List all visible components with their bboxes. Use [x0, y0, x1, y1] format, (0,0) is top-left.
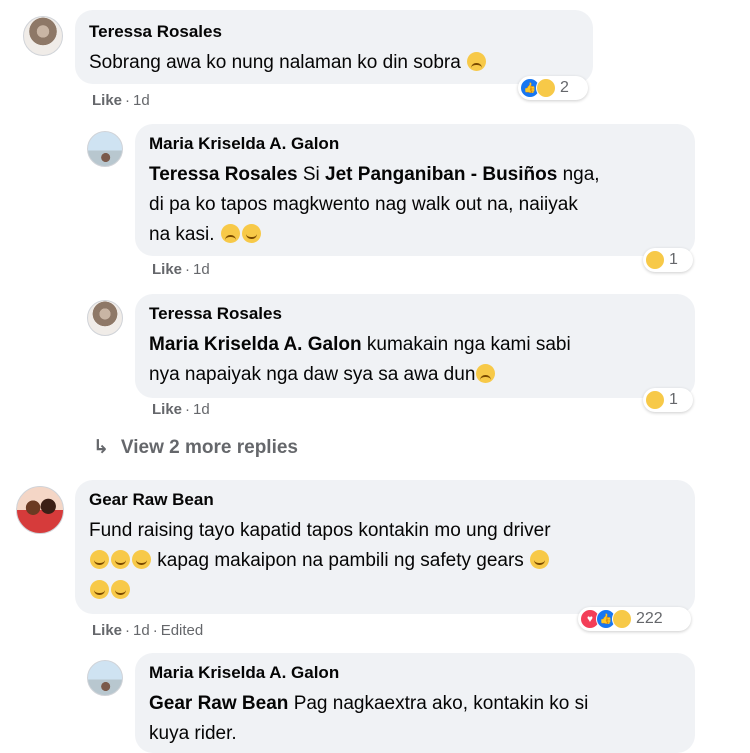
- comment-bubble: Teressa Rosales Maria Kriselda A. Galon …: [135, 294, 695, 398]
- avatar[interactable]: [87, 131, 123, 167]
- edited-label[interactable]: Edited: [161, 622, 204, 639]
- comment-bubble: Teressa Rosales Sobrang awa ko nung nala…: [75, 10, 593, 84]
- crying-emoji-icon: [220, 224, 240, 243]
- like-link[interactable]: Like: [92, 92, 122, 109]
- comment-author[interactable]: Maria Kriselda A. Galon: [149, 134, 681, 154]
- mention-link[interactable]: Gear Raw Bean: [149, 693, 288, 714]
- relieved-emoji-icon: [530, 550, 550, 569]
- comment-author[interactable]: Maria Kriselda A. Galon: [149, 663, 681, 683]
- reaction-count: 1: [669, 251, 678, 268]
- mention-link[interactable]: Jet Panganiban - Busiños: [325, 164, 557, 185]
- reaction-summary[interactable]: ♥ 👍 222: [578, 607, 691, 631]
- crying-emoji-icon: [476, 364, 496, 383]
- comment-author[interactable]: Gear Raw Bean: [89, 490, 681, 510]
- like-link[interactable]: Like: [152, 401, 182, 418]
- comment-meta: Like · 1d: [152, 261, 210, 278]
- comment-meta: Like · 1d: [92, 92, 150, 109]
- smile-emoji-icon: [90, 550, 109, 569]
- timestamp[interactable]: 1d: [193, 261, 210, 278]
- care-reaction-icon: [645, 390, 665, 410]
- avatar[interactable]: [87, 300, 123, 336]
- mention-link[interactable]: Maria Kriselda A. Galon: [149, 334, 362, 355]
- comment-bubble: Gear Raw Bean Fund raising tayo kapatid …: [75, 480, 695, 614]
- avatar[interactable]: [87, 660, 123, 696]
- reaction-count: 1: [669, 391, 678, 408]
- comment-bubble: Maria Kriselda A. Galon Gear Raw Bean Pa…: [135, 653, 695, 753]
- reaction-count: 222: [636, 610, 663, 627]
- comment-author[interactable]: Teressa Rosales: [89, 22, 579, 42]
- like-link[interactable]: Like: [92, 622, 122, 639]
- timestamp[interactable]: 1d: [133, 92, 150, 109]
- care-reaction-icon: [612, 609, 632, 629]
- view-more-replies-link[interactable]: ↳ View 2 more replies: [93, 436, 298, 459]
- comment-text: Sobrang awa ko nung nalaman ko din sobra: [89, 52, 487, 73]
- comment-meta: Like · 1d · Edited: [92, 622, 204, 639]
- relieved-emoji-icon: [90, 580, 109, 599]
- avatar[interactable]: [16, 486, 64, 534]
- comment-meta: Like · 1d: [152, 401, 210, 418]
- sweat-smile-emoji-icon: [241, 224, 261, 243]
- comment-author[interactable]: Teressa Rosales: [149, 304, 681, 324]
- smile-emoji-icon: [132, 550, 151, 569]
- comment-text: Maria Kriselda A. Galon kumakain nga kam…: [149, 334, 571, 385]
- like-link[interactable]: Like: [152, 261, 182, 278]
- mention-link[interactable]: Teressa Rosales: [149, 164, 298, 185]
- comment-bubble: Maria Kriselda A. Galon Teressa Rosales …: [135, 124, 695, 256]
- reaction-summary[interactable]: 👍 2: [518, 76, 588, 100]
- comment-text: Fund raising tayo kapatid tapos kontakin…: [89, 516, 681, 606]
- comment-text: Teressa Rosales Si Jet Panganiban - Busi…: [149, 164, 600, 245]
- sad-emoji-icon: [467, 52, 487, 71]
- comment-text: Gear Raw Bean Pag nagkaextra ako, kontak…: [149, 693, 589, 744]
- relieved-emoji-icon: [111, 580, 130, 599]
- sad-reaction-icon: [645, 250, 665, 270]
- avatar[interactable]: [23, 16, 63, 56]
- smile-emoji-icon: [111, 550, 130, 569]
- reaction-count: 2: [560, 79, 569, 96]
- timestamp[interactable]: 1d: [193, 401, 210, 418]
- reply-arrow-icon: ↳: [93, 437, 109, 458]
- timestamp[interactable]: 1d: [133, 622, 150, 639]
- reaction-summary[interactable]: 1: [643, 248, 693, 272]
- reaction-summary[interactable]: 1: [643, 388, 693, 412]
- care-reaction-icon: [536, 78, 556, 98]
